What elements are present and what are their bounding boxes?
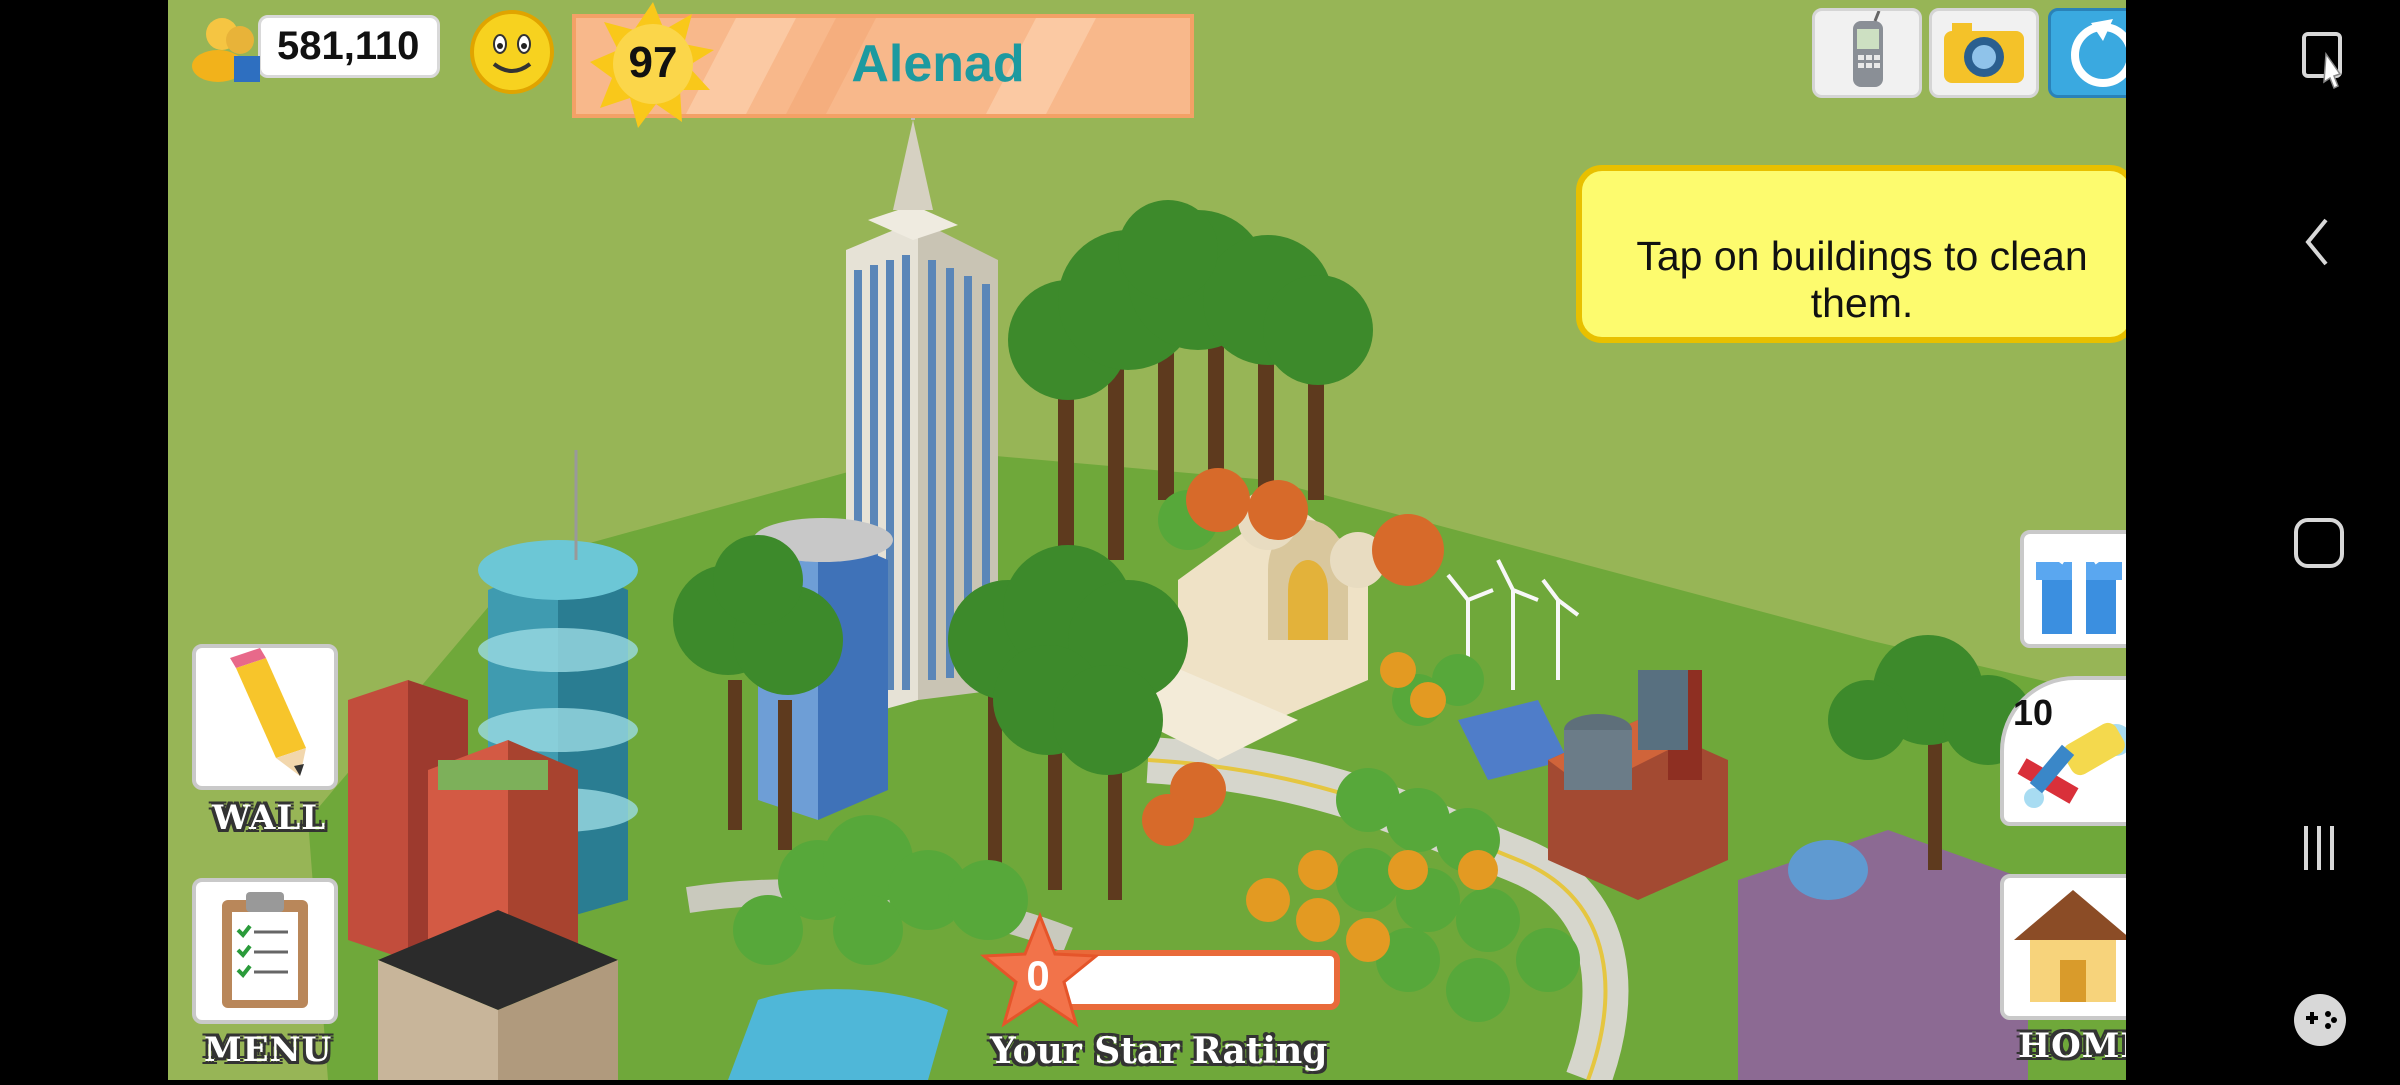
menu-label: MENU: [204, 1030, 333, 1070]
home-label: HOME: [2018, 1026, 2126, 1066]
level-badge: 97: [588, 0, 718, 130]
coins-icon: [192, 18, 260, 82]
home-nav-icon[interactable]: [2294, 518, 2344, 568]
house-icon: [2014, 890, 2126, 1002]
gift-button[interactable]: [2020, 530, 2126, 648]
game-viewport[interactable]: 581,110 Alenad 97 Tap on buildings to cl…: [168, 0, 2126, 1080]
wall-button[interactable]: [192, 644, 338, 790]
wall-label: WALL: [212, 798, 327, 838]
clipboard-icon: [222, 892, 308, 1008]
happiness-icon[interactable]: [468, 8, 556, 96]
home-button[interactable]: [2000, 874, 2126, 1020]
tip-text: Tap on buildings to clean them.: [1636, 233, 2088, 326]
game-tools-icon[interactable]: [2294, 994, 2346, 1046]
screenshot-tool-icon[interactable]: [2302, 32, 2342, 90]
star-rating[interactable]: 0 Your Star Rating: [980, 912, 1350, 1080]
star-rating-value: 0: [1026, 952, 1050, 999]
level-number: 97: [628, 38, 678, 87]
social-button[interactable]: [2048, 8, 2126, 98]
camera-button[interactable]: [1929, 8, 2039, 98]
phone-button[interactable]: [1812, 8, 1922, 98]
menu-button[interactable]: [192, 878, 338, 1024]
social-icon: [2071, 19, 2126, 87]
camera-icon: [1944, 23, 2024, 83]
phone-icon: [1853, 10, 1883, 87]
system-nav-bar: [2126, 0, 2400, 1080]
coin-amount: 581,110: [258, 14, 441, 78]
pencil-icon: [230, 648, 306, 776]
coin-counter: 581,110: [188, 10, 441, 82]
gift-icon: [2036, 546, 2122, 634]
recents-icon[interactable]: [2304, 826, 2334, 870]
clean-count: 10: [2013, 692, 2054, 733]
back-icon[interactable]: [2305, 218, 2328, 266]
star-rating-label: Your Star Rating: [990, 1030, 1328, 1072]
tip-bubble[interactable]: Tap on buildings to clean them.: [1576, 165, 2126, 343]
